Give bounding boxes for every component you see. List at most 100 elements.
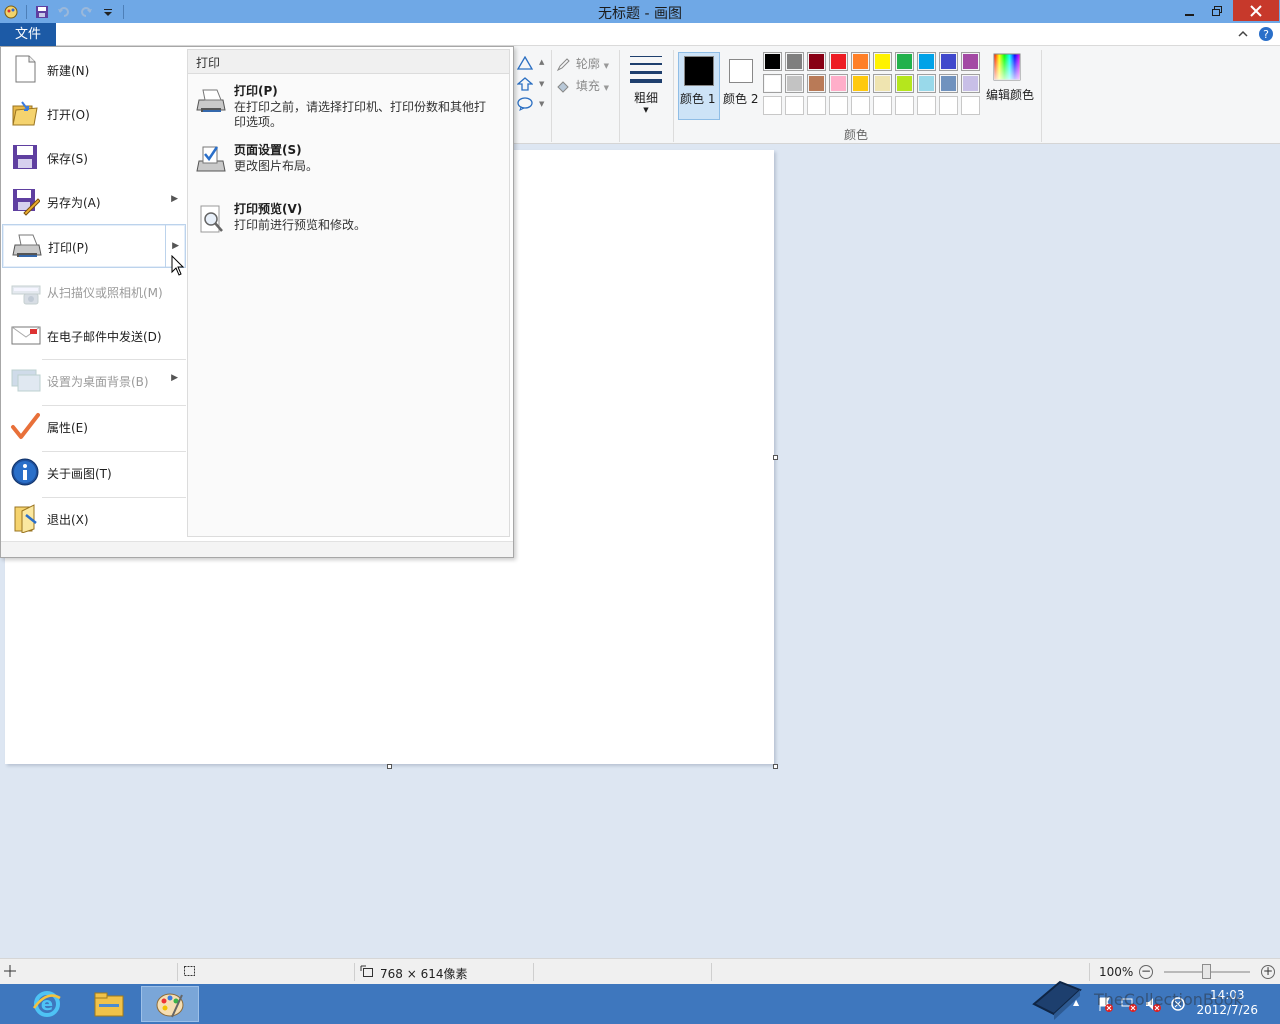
restore-button[interactable] [1204, 0, 1230, 21]
color2-swatch [729, 59, 753, 83]
print-submenu-item-print-preview[interactable]: 打印预览(V) 打印前进行预览和修改。 [188, 200, 509, 254]
file-menu-item-info[interactable]: 关于画图(T) [2, 451, 186, 495]
palette-swatch[interactable] [763, 74, 782, 93]
zoom-out-button[interactable]: − [1139, 965, 1153, 979]
shapes-more-icon[interactable]: ▼ [539, 100, 544, 108]
zoom-slider-thumb[interactable] [1202, 964, 1211, 979]
palette-custom-slot[interactable] [873, 96, 892, 115]
palette-custom-slot[interactable] [785, 96, 804, 115]
palette-swatch[interactable] [917, 52, 936, 71]
outline-button[interactable]: 轮廓 ▼ [556, 55, 609, 72]
file-menu-item-save-as[interactable]: 另存为(A) ▶ [2, 180, 186, 224]
color1-swatch [684, 56, 714, 86]
taskbar: e ▲ 14:03 2012/7/26 [0, 980, 1280, 1024]
file-menu-item-checkmark[interactable]: 属性(E) [2, 405, 186, 449]
minimize-button[interactable] [1177, 0, 1203, 21]
print-submenu-item-page-setup[interactable]: 页面设置(S) 更改图片布局。 [188, 141, 509, 195]
palette-custom-slot[interactable] [961, 96, 980, 115]
close-button[interactable] [1233, 0, 1279, 21]
outline-label: 轮廓 [575, 57, 600, 71]
palette-custom-slot[interactable] [807, 96, 826, 115]
palette-custom-slot[interactable] [917, 96, 936, 115]
callout-shape-icon[interactable] [517, 97, 533, 114]
file-menu-item-new-document[interactable]: 新建(N) [2, 48, 186, 92]
shapes-scroll-up-icon[interactable]: ▲ [539, 58, 544, 66]
palette-custom-slot[interactable] [763, 96, 782, 115]
palette-swatch[interactable] [851, 52, 870, 71]
tray-expand-icon[interactable]: ▲ [1073, 998, 1079, 1007]
email-icon [10, 320, 41, 350]
line-weight-icon [630, 56, 662, 83]
palette-swatch[interactable] [829, 74, 848, 93]
file-menu-item-scanner: 从扫描仪或照相机(M) [2, 270, 186, 314]
shapes-scroll-down-icon[interactable]: ▼ [539, 80, 544, 88]
swatch-color [919, 54, 934, 69]
file-menu-item-email[interactable]: 在电子邮件中发送(D) [2, 314, 186, 358]
zoom-in-button[interactable]: + [1261, 965, 1275, 979]
edit-colors-label: 编辑颜色 [985, 88, 1034, 102]
palette-swatch[interactable] [829, 52, 848, 71]
file-menu-item-exit[interactable]: 退出(X) [2, 497, 186, 541]
swatch-color [941, 54, 956, 69]
file-menu-item-label: 保存(S) [47, 152, 88, 166]
palette-swatch[interactable] [961, 52, 980, 71]
swatch-color [875, 54, 890, 69]
palette-custom-slot[interactable] [895, 96, 914, 115]
palette-swatch[interactable] [763, 52, 782, 71]
swatch-color [963, 54, 978, 69]
palette-swatch[interactable] [807, 74, 826, 93]
swatch-color [853, 54, 868, 69]
swatch-color [809, 76, 824, 91]
selection-size-icon [183, 965, 197, 980]
fill-button[interactable]: 填充 ▼ [556, 77, 609, 94]
file-menu-footer [1, 541, 513, 557]
minimize-icon [1185, 13, 1194, 16]
arrow-up-shape-icon[interactable] [516, 77, 534, 94]
svg-text:?: ? [1263, 28, 1269, 41]
resize-handle-right[interactable] [773, 455, 778, 460]
info-icon [10, 457, 40, 487]
printer-icon [195, 86, 227, 118]
print-submenu-item-printer[interactable]: 打印(P) 在打印之前，请选择打印机、打印份数和其他打印选项。 [188, 82, 509, 136]
palette-swatch[interactable] [939, 74, 958, 93]
palette-swatch[interactable] [895, 52, 914, 71]
palette-swatch[interactable] [873, 74, 892, 93]
file-menu-item-printer[interactable]: 打印(P) ▶ [2, 224, 186, 268]
file-menu-items: 新建(N) 打开(O) 保存(S) 另存为(A) ▶ 打印(P) ▶ 从扫描仪或照相机(M) 在… [2, 48, 186, 542]
palette-custom-slot[interactable] [851, 96, 870, 115]
file-tab[interactable]: 文件 [0, 23, 56, 46]
palette-swatch[interactable] [785, 74, 804, 93]
palette-swatch[interactable] [939, 52, 958, 71]
size-dropdown-icon: ▼ [643, 106, 649, 114]
print-preview-icon [195, 204, 227, 236]
taskbar-ie-button[interactable]: e [18, 986, 76, 1022]
submenu-item-description: 更改图片布局。 [234, 159, 319, 173]
palette-swatch[interactable] [807, 52, 826, 71]
palette-custom-slot[interactable] [939, 96, 958, 115]
swatch-color [897, 54, 912, 69]
palette-swatch[interactable] [873, 52, 892, 71]
file-menu-item-open-folder[interactable]: 打开(O) [2, 92, 186, 136]
edit-colors-button[interactable]: 编辑颜色 [984, 52, 1036, 118]
collapse-ribbon-icon[interactable] [1238, 28, 1248, 42]
file-menu-item-save-floppy[interactable]: 保存(S) [2, 136, 186, 180]
status-bar: 768 × 614像素 100% − + [0, 958, 1280, 984]
taskbar-explorer-button[interactable] [80, 986, 138, 1022]
pencil-outline-icon [556, 57, 570, 71]
file-menu-item-label: 退出(X) [47, 513, 89, 527]
file-menu-item-label: 属性(E) [47, 421, 88, 435]
triangle-shape-icon[interactable] [516, 55, 534, 73]
palette-swatch[interactable] [917, 74, 936, 93]
palette-swatch[interactable] [851, 74, 870, 93]
size-button[interactable]: 粗细 ▼ [624, 52, 668, 116]
palette-swatch[interactable] [785, 52, 804, 71]
palette-swatch[interactable] [895, 74, 914, 93]
resize-handle-corner[interactable] [773, 764, 778, 769]
watermark-text: TheCollectionBook [1094, 990, 1243, 1009]
taskbar-paint-button[interactable] [141, 986, 199, 1022]
palette-swatch[interactable] [961, 74, 980, 93]
restore-icon [1212, 5, 1222, 16]
palette-custom-slot[interactable] [829, 96, 848, 115]
resize-handle-bottom[interactable] [387, 764, 392, 769]
help-icon[interactable]: ? [1258, 26, 1274, 45]
